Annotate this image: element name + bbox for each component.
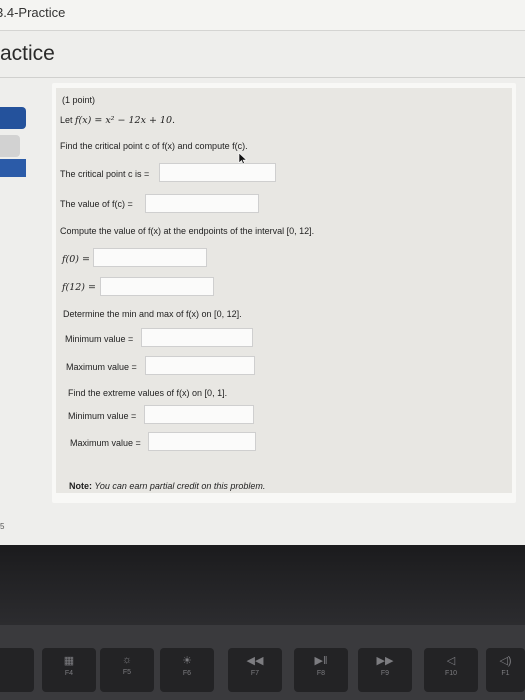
fc-value-label: The value of f(c) =	[60, 199, 133, 209]
browser-screen: 3.4-Practice actice (1 point) Let f(x) =…	[0, 0, 525, 545]
let-label: Let	[60, 115, 73, 125]
function-definition: Let f(x) = x² − 12x + 10.	[60, 115, 175, 126]
f12-input[interactable]	[100, 277, 214, 296]
minimum2-label: Minimum value =	[68, 411, 137, 421]
fc-value-input[interactable]	[145, 194, 259, 213]
maximum-input[interactable]	[145, 356, 255, 375]
maximum2-input[interactable]	[148, 432, 256, 451]
top-bar: 3.4-Practice	[0, 0, 525, 31]
volume-icon: ◁)	[499, 655, 512, 667]
mute-icon: ◁	[446, 655, 456, 667]
critical-point-label: The critical point c is =	[60, 169, 150, 179]
bottom-tab-label: 5	[0, 522, 5, 531]
key-f4[interactable]: ▦ F4	[42, 648, 96, 692]
brightness-down-icon: ☼	[121, 654, 133, 666]
sidebar-tab-active[interactable]	[0, 107, 26, 129]
window-title: 3.4-Practice	[0, 5, 66, 20]
launchpad-icon: ▦	[63, 655, 75, 667]
minimum2-input[interactable]	[144, 405, 254, 424]
key-f9[interactable]: ▶▶ F9	[358, 648, 412, 692]
brightness-up-icon: ☀	[182, 655, 192, 667]
key-f7[interactable]: ◀◀ F7	[228, 648, 282, 692]
minimum-input[interactable]	[141, 328, 253, 347]
sidebar-tab-highlight[interactable]	[0, 159, 26, 177]
minimum-label: Minimum value =	[65, 334, 134, 344]
divider	[0, 77, 525, 78]
critical-point-input[interactable]	[159, 163, 276, 182]
problem-points: (1 point)	[62, 95, 96, 105]
play-pause-icon: ▶‖	[314, 655, 328, 667]
endpoints-instruction: Compute the value of f(x) at the endpoin…	[60, 226, 315, 236]
extreme-instruction: Find the extreme values of f(x) on [0, 1…	[68, 388, 228, 398]
function-formula: f(x) = x² − 12x + 10.	[75, 115, 176, 126]
rewind-icon: ◀◀	[246, 655, 264, 667]
partial-credit-note: Note: You can earn partial credit on thi…	[69, 481, 265, 491]
minmax-instruction: Determine the min and max of f(x) on [0,…	[63, 309, 242, 319]
key-f10[interactable]: ◁ F10	[424, 648, 478, 692]
fast-forward-icon: ▶▶	[376, 655, 394, 667]
critical-instruction: Find the critical point c of f(x) and co…	[60, 141, 248, 151]
f0-input[interactable]	[93, 248, 207, 267]
maximum-label: Maximum value =	[66, 362, 137, 372]
note-label: Note:	[69, 481, 92, 491]
key-f5[interactable]: ☼ F5	[100, 648, 154, 692]
page-title: actice	[0, 42, 55, 65]
f0-label: f(0) =	[62, 254, 90, 265]
key-f3[interactable]	[0, 648, 34, 692]
key-f8[interactable]: ▶‖ F8	[294, 648, 348, 692]
note-text: You can earn partial credit on this prob…	[92, 481, 266, 491]
sidebar-tab[interactable]	[0, 135, 20, 157]
maximum2-label: Maximum value =	[70, 438, 141, 448]
laptop-bezel	[0, 545, 525, 625]
key-f11[interactable]: ◁) F1	[486, 648, 525, 692]
key-f6[interactable]: ☀ F6	[160, 648, 214, 692]
f12-label: f(12) =	[62, 282, 96, 293]
